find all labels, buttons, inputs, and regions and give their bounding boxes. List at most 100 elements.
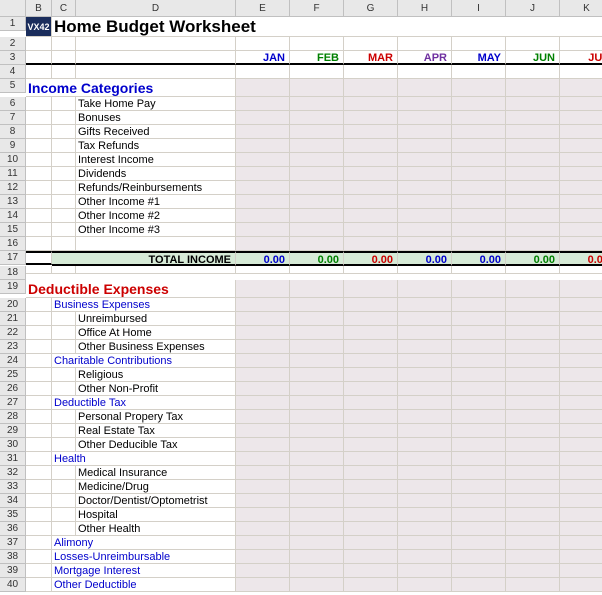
- cell[interactable]: [506, 79, 560, 97]
- expense-item[interactable]: Religious: [76, 368, 236, 382]
- value-cell[interactable]: [236, 466, 290, 480]
- cell[interactable]: [398, 564, 452, 578]
- value-cell[interactable]: [560, 111, 602, 125]
- cell[interactable]: [26, 466, 52, 480]
- value-cell[interactable]: [452, 181, 506, 195]
- value-cell[interactable]: [452, 223, 506, 237]
- cell[interactable]: [560, 578, 602, 592]
- value-cell[interactable]: [236, 340, 290, 354]
- value-cell[interactable]: [290, 494, 344, 508]
- row-header[interactable]: 25: [0, 368, 26, 382]
- value-cell[interactable]: [236, 139, 290, 153]
- cell[interactable]: [452, 280, 506, 298]
- value-cell[interactable]: [506, 167, 560, 181]
- cell[interactable]: [506, 578, 560, 592]
- value-cell[interactable]: [290, 139, 344, 153]
- row-header[interactable]: 35: [0, 508, 26, 522]
- cell[interactable]: [452, 564, 506, 578]
- value-cell[interactable]: [560, 480, 602, 494]
- cell[interactable]: [452, 396, 506, 410]
- value-cell[interactable]: [344, 153, 398, 167]
- cell[interactable]: [506, 37, 560, 51]
- cell[interactable]: [506, 564, 560, 578]
- value-cell[interactable]: [290, 522, 344, 536]
- expense-item[interactable]: Medical Insurance: [76, 466, 236, 480]
- value-cell[interactable]: [398, 508, 452, 522]
- row-header[interactable]: 15: [0, 223, 26, 237]
- value-cell[interactable]: [506, 153, 560, 167]
- value-cell[interactable]: [236, 181, 290, 195]
- value-cell[interactable]: [398, 167, 452, 181]
- expense-group[interactable]: Charitable Contributions: [52, 354, 236, 368]
- row-header[interactable]: 20: [0, 298, 26, 312]
- value-cell[interactable]: [344, 480, 398, 494]
- row-header[interactable]: 5: [0, 79, 26, 93]
- value-cell[interactable]: [452, 410, 506, 424]
- cell[interactable]: [26, 251, 52, 265]
- cell[interactable]: [452, 237, 506, 251]
- expense-group[interactable]: Other Deductible: [52, 578, 236, 592]
- value-cell[interactable]: [452, 111, 506, 125]
- month-header[interactable]: APR: [398, 51, 452, 65]
- row-header[interactable]: 17: [0, 251, 26, 265]
- row-header[interactable]: 27: [0, 396, 26, 410]
- cell[interactable]: [290, 550, 344, 564]
- cell[interactable]: [26, 578, 52, 592]
- cell[interactable]: [290, 578, 344, 592]
- income-item[interactable]: Tax Refunds: [76, 139, 236, 153]
- total-income-value[interactable]: 0.00: [236, 251, 290, 266]
- value-cell[interactable]: [344, 368, 398, 382]
- value-cell[interactable]: [560, 368, 602, 382]
- cell[interactable]: [52, 237, 76, 251]
- total-income-value[interactable]: 0.00: [506, 251, 560, 266]
- col-header[interactable]: I: [452, 0, 506, 17]
- cell[interactable]: [560, 237, 602, 251]
- value-cell[interactable]: [236, 312, 290, 326]
- cell[interactable]: [52, 424, 76, 438]
- value-cell[interactable]: [236, 494, 290, 508]
- value-cell[interactable]: [398, 424, 452, 438]
- value-cell[interactable]: [506, 424, 560, 438]
- value-cell[interactable]: [398, 368, 452, 382]
- cell[interactable]: [236, 298, 290, 312]
- value-cell[interactable]: [290, 209, 344, 223]
- expense-item[interactable]: Hospital: [76, 508, 236, 522]
- cell[interactable]: [76, 51, 236, 65]
- value-cell[interactable]: [290, 480, 344, 494]
- value-cell[interactable]: [236, 522, 290, 536]
- expense-group[interactable]: Business Expenses: [52, 298, 236, 312]
- cell[interactable]: [344, 354, 398, 368]
- value-cell[interactable]: [560, 466, 602, 480]
- value-cell[interactable]: [560, 181, 602, 195]
- row-header[interactable]: 3: [0, 51, 26, 65]
- cell[interactable]: [452, 266, 506, 274]
- cell[interactable]: [398, 280, 452, 298]
- value-cell[interactable]: [398, 153, 452, 167]
- value-cell[interactable]: [506, 209, 560, 223]
- value-cell[interactable]: [290, 195, 344, 209]
- value-cell[interactable]: [506, 223, 560, 237]
- cell[interactable]: [452, 550, 506, 564]
- value-cell[interactable]: [236, 438, 290, 452]
- row-header[interactable]: 34: [0, 494, 26, 508]
- cell[interactable]: [344, 65, 398, 79]
- expense-item[interactable]: Real Estate Tax: [76, 424, 236, 438]
- value-cell[interactable]: [290, 97, 344, 111]
- row-header[interactable]: 21: [0, 312, 26, 326]
- value-cell[interactable]: [452, 522, 506, 536]
- value-cell[interactable]: [452, 466, 506, 480]
- value-cell[interactable]: [290, 340, 344, 354]
- cell[interactable]: [344, 452, 398, 466]
- cell[interactable]: [506, 452, 560, 466]
- value-cell[interactable]: [506, 340, 560, 354]
- cell[interactable]: [26, 438, 52, 452]
- cell[interactable]: [26, 237, 52, 251]
- cell[interactable]: [452, 79, 506, 97]
- cell[interactable]: [290, 237, 344, 251]
- value-cell[interactable]: [236, 167, 290, 181]
- value-cell[interactable]: [398, 340, 452, 354]
- cell[interactable]: [398, 298, 452, 312]
- cell[interactable]: [26, 424, 52, 438]
- cell[interactable]: [26, 65, 52, 79]
- cell[interactable]: [560, 65, 602, 79]
